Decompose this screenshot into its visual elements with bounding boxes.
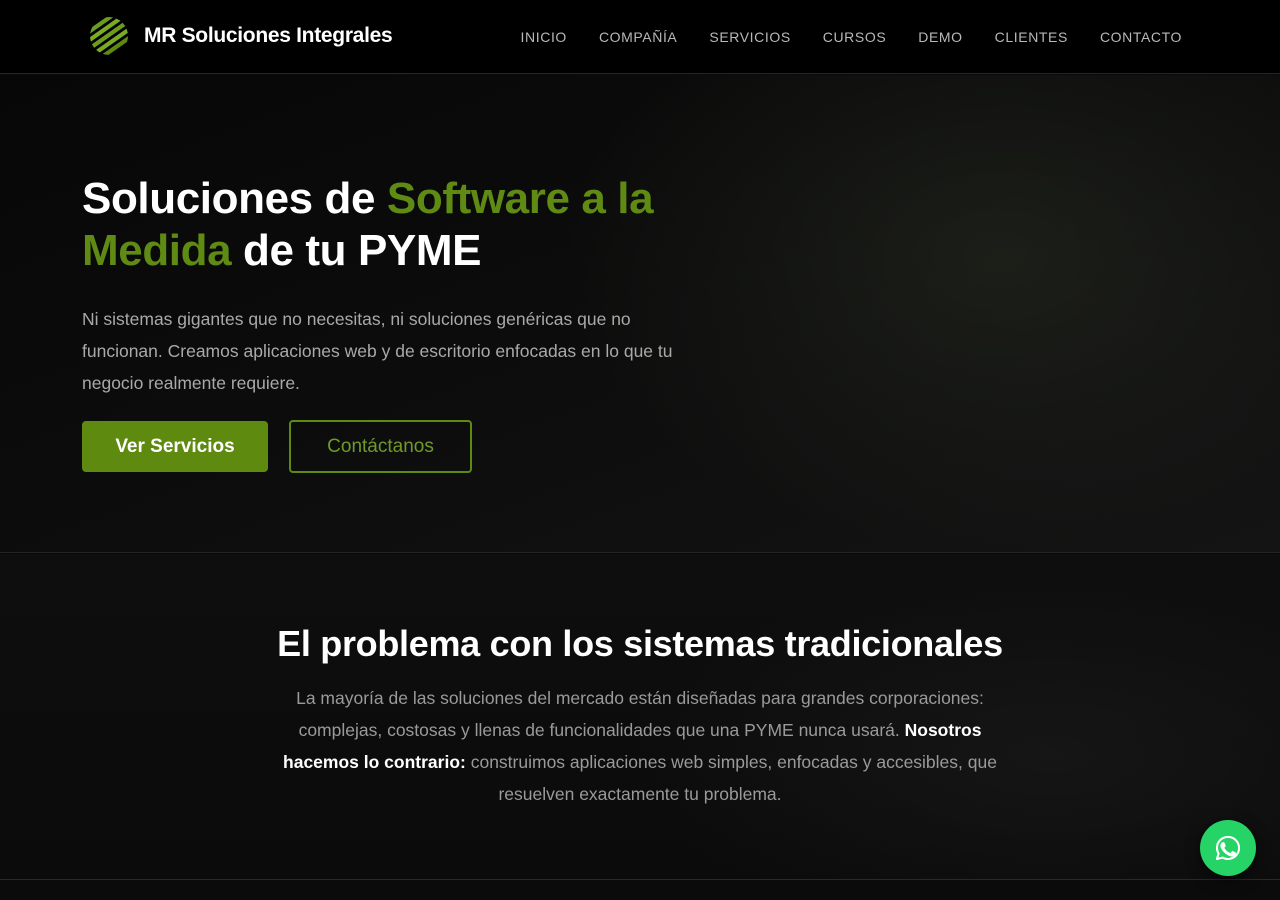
problem-text: La mayoría de las soluciones del mercado…: [270, 682, 1010, 810]
whatsapp-button[interactable]: [1200, 820, 1256, 876]
problem-text-part2: construimos aplicaciones web simples, en…: [465, 752, 997, 804]
site-header: MR Soluciones Integrales INICIO COMPAÑÍA…: [0, 0, 1280, 74]
nav-item-servicios[interactable]: SERVICIOS: [709, 29, 790, 45]
hero-section: Soluciones de Software a la Medida de tu…: [0, 75, 1280, 553]
hero-title-part1: Soluciones de: [82, 174, 387, 223]
nav-item-clientes[interactable]: CLIENTES: [995, 29, 1068, 45]
brand-name[interactable]: MR Soluciones Integrales: [144, 15, 393, 57]
main-nav: INICIO COMPAÑÍA SERVICIOS CURSOS DEMO CL…: [521, 0, 1182, 74]
contactanos-button[interactable]: Contáctanos: [289, 420, 472, 473]
problem-section: El problema con los sistemas tradicional…: [0, 554, 1280, 880]
hero-title-part2: de tu PYME: [231, 226, 482, 275]
ver-servicios-button[interactable]: Ver Servicios: [82, 421, 268, 472]
nav-item-inicio[interactable]: INICIO: [521, 29, 567, 45]
nav-item-demo[interactable]: DEMO: [918, 29, 962, 45]
problem-title: El problema con los sistemas tradicional…: [277, 623, 1003, 664]
nav-item-contacto[interactable]: CONTACTO: [1100, 29, 1182, 45]
problem-text-part1: La mayoría de las soluciones del mercado…: [296, 688, 984, 740]
nav-item-compania[interactable]: COMPAÑÍA: [599, 29, 677, 45]
nav-item-cursos[interactable]: CURSOS: [823, 29, 887, 45]
striped-globe-logo-icon: [90, 17, 128, 55]
whatsapp-icon: [1215, 835, 1241, 861]
next-section-edge: [0, 879, 1280, 900]
brand[interactable]: MR Soluciones Integrales: [88, 15, 393, 57]
hero-title: Soluciones de Software a la Medida de tu…: [82, 173, 762, 277]
hero-description: Ni sistemas gigantes que no necesitas, n…: [82, 309, 673, 393]
